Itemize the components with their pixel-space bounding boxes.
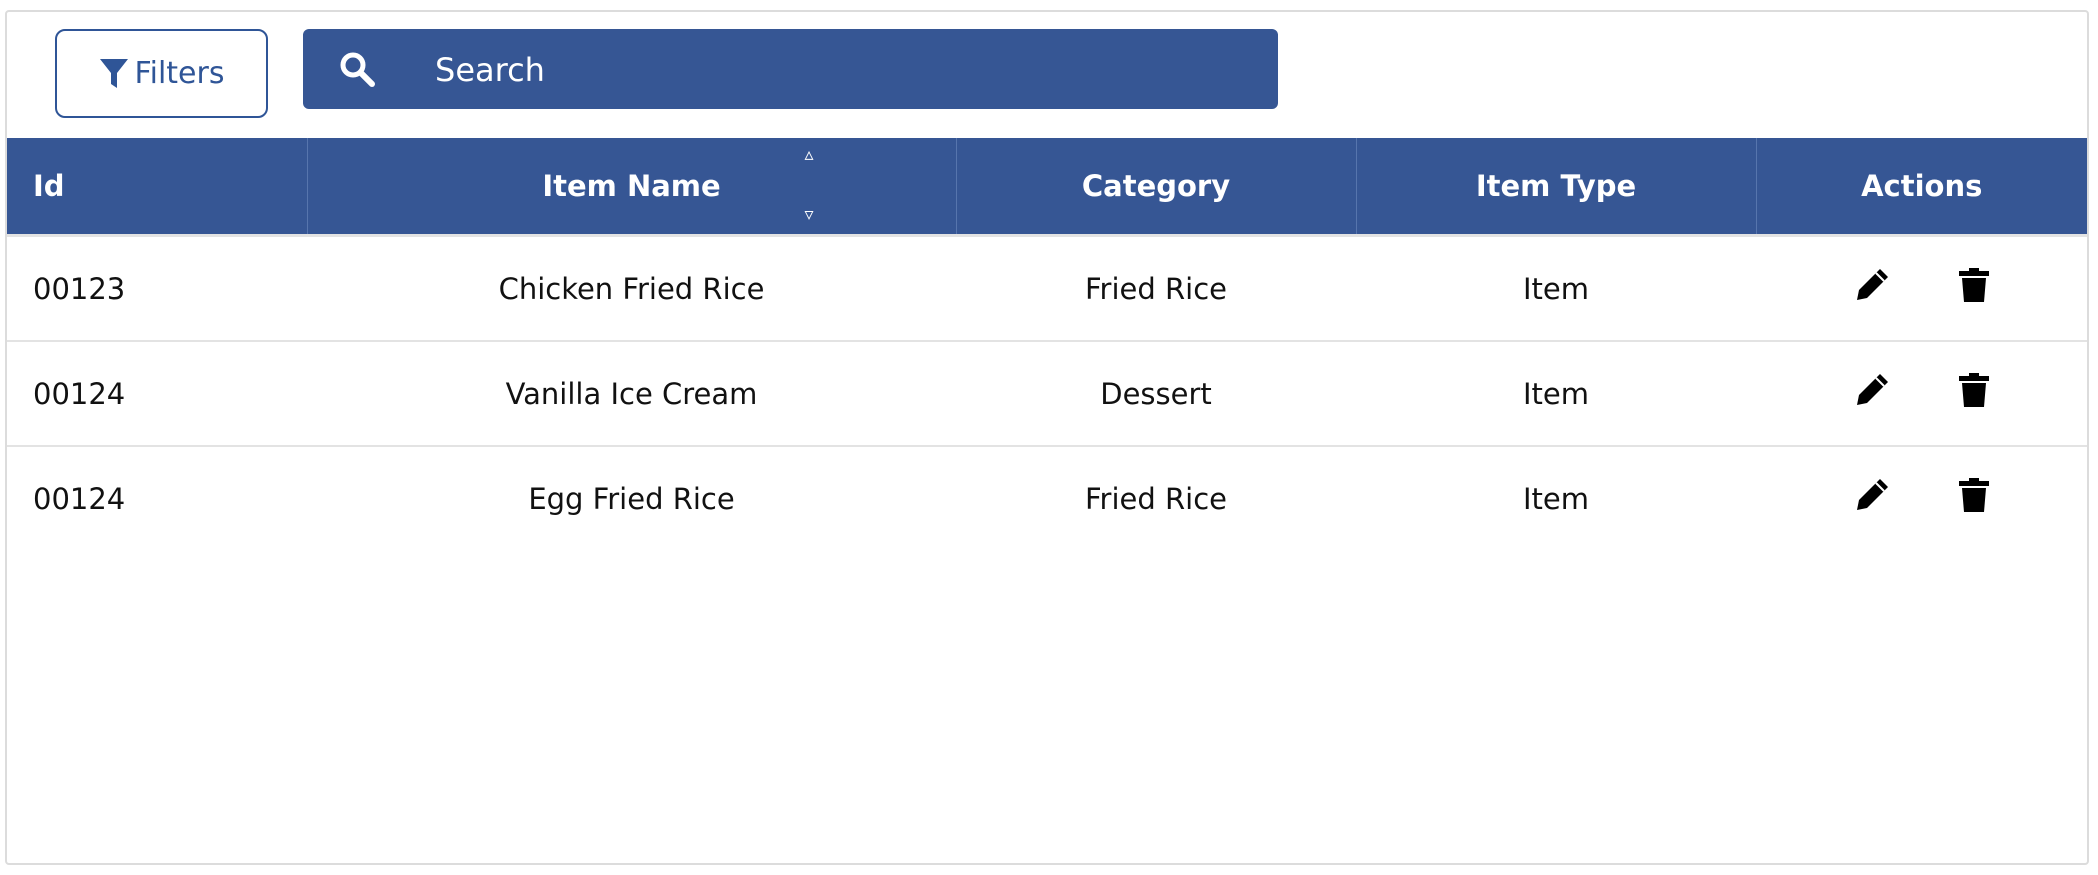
header-actions: Actions bbox=[1756, 138, 2087, 236]
cell-category: Dessert bbox=[956, 341, 1356, 447]
cell-item-type: Item bbox=[1356, 341, 1756, 447]
pencil-icon bbox=[1854, 477, 1890, 520]
edit-button[interactable] bbox=[1854, 267, 1890, 310]
filters-label: Filters bbox=[134, 56, 225, 91]
cell-category: Fried Rice bbox=[1084, 481, 1227, 516]
cell-actions bbox=[1756, 235, 2087, 342]
header-actions-label: Actions bbox=[1861, 169, 1983, 203]
delete-button[interactable] bbox=[1958, 267, 1990, 310]
pencil-icon bbox=[1854, 267, 1890, 310]
cell-item-name: Egg Fried Rice bbox=[528, 481, 735, 516]
delete-button[interactable] bbox=[1958, 477, 1990, 520]
header-item-type-label: Item Type bbox=[1475, 169, 1637, 203]
search-icon bbox=[339, 51, 375, 91]
table-row[interactable]: 00124 Egg Fried Rice Fried Rice Item bbox=[7, 446, 2087, 550]
items-table: Id Item Name ▵ ▿ Category Item Type Acti… bbox=[7, 138, 2087, 550]
cell-item-type: Item bbox=[1356, 235, 1756, 342]
cell-actions bbox=[1756, 446, 2087, 550]
cell-actions bbox=[1756, 341, 2087, 447]
edit-button[interactable] bbox=[1854, 477, 1890, 520]
header-item-name-label: Item Name bbox=[542, 169, 721, 203]
header-item-type[interactable]: Item Type bbox=[1356, 138, 1757, 236]
filters-button[interactable]: Filters bbox=[55, 29, 268, 118]
trash-icon bbox=[1958, 372, 1990, 415]
header-id[interactable]: Id bbox=[7, 138, 308, 236]
table-row[interactable]: 00124 Vanilla Ice Cream Dessert Item bbox=[7, 341, 2087, 447]
table-header-row: Id Item Name ▵ ▿ Category Item Type Acti… bbox=[7, 138, 2087, 236]
table-row[interactable]: 00123 Chicken Fried Rice Fried Rice Item bbox=[7, 235, 2087, 342]
cell-category: Fried Rice bbox=[956, 235, 1356, 342]
trash-icon bbox=[1958, 267, 1990, 310]
cell-item-name: Vanilla Ice Cream bbox=[307, 341, 956, 447]
cell-id: 00124 bbox=[33, 481, 126, 516]
filter-icon bbox=[99, 57, 129, 91]
header-id-label: Id bbox=[33, 169, 65, 203]
cell-item-name: Chicken Fried Rice bbox=[307, 235, 956, 342]
search-bar[interactable] bbox=[303, 29, 1278, 111]
search-input[interactable] bbox=[433, 29, 1257, 111]
header-item-name[interactable]: Item Name ▵ ▿ bbox=[307, 138, 957, 236]
sort-ascending-icon[interactable]: ▵ bbox=[804, 146, 813, 164]
sort-descending-icon[interactable]: ▿ bbox=[804, 206, 813, 224]
header-category[interactable]: Category bbox=[956, 138, 1357, 236]
delete-button[interactable] bbox=[1958, 372, 1990, 415]
cell-item-type: Item bbox=[1522, 481, 1589, 516]
trash-icon bbox=[1958, 477, 1990, 520]
edit-button[interactable] bbox=[1854, 372, 1890, 415]
pencil-icon bbox=[1854, 372, 1890, 415]
cell-id: 00123 bbox=[7, 235, 307, 342]
cell-id: 00124 bbox=[7, 341, 307, 447]
header-category-label: Category bbox=[1081, 169, 1231, 203]
